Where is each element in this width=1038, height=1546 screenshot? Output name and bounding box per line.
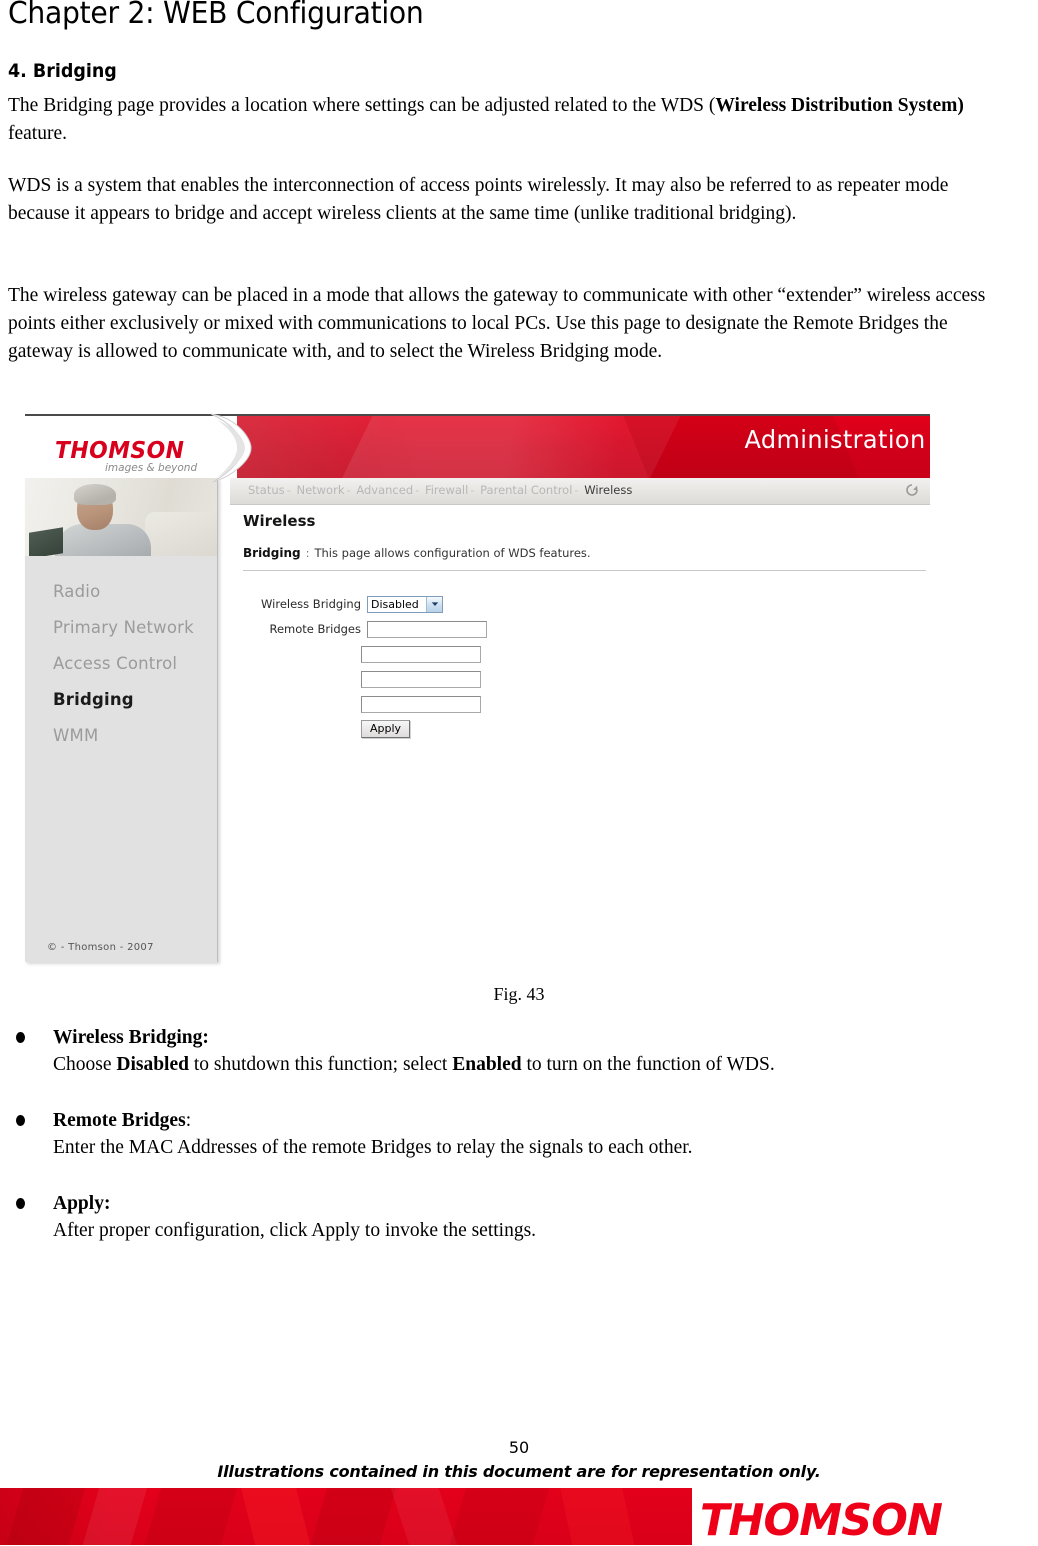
figure-router-screenshot: Administration THOMSON images & beyond S… [25, 413, 930, 962]
paragraph-wds: WDS is a system that enables the interco… [8, 175, 949, 224]
router-web-ui: Administration THOMSON images & beyond S… [25, 413, 930, 962]
nav-separator: - [286, 483, 291, 497]
bullet-term-wireless-bridging: Wireless Bridging: [53, 1027, 209, 1048]
footer-thomson-logo: THOMSON [700, 1495, 943, 1546]
person-with-laptop-photo [25, 478, 217, 556]
page-number: 50 [508, 1438, 530, 1457]
bullet-term-remote-bridges-colon: : [185, 1110, 192, 1131]
apply-button[interactable]: Apply [361, 720, 411, 738]
paragraph-intro-bold: Wireless Distribution System) [715, 95, 964, 116]
bullet-desc-bold-enabled: Enabled [452, 1054, 522, 1075]
bullet-term-remote-bridges: Remote Bridges: [53, 1107, 1018, 1134]
form-row-remote-bridge-2 [243, 642, 487, 666]
bullet-desc-remote-bridges: Enter the MAC Addresses of the remote Br… [53, 1137, 693, 1158]
sidebar-item-radio[interactable]: Radio [25, 574, 217, 610]
footer-disclaimer: Illustrations contained in this document… [217, 1462, 821, 1481]
footer-red-band [0, 1488, 692, 1545]
nav-item-status[interactable]: Status [248, 483, 285, 497]
remote-bridges-label: Remote Bridges [269, 622, 361, 636]
chevron-down-icon[interactable] [426, 596, 442, 612]
bullet-dot-icon [16, 1032, 25, 1043]
nav-item-network[interactable]: Network [296, 483, 344, 497]
wireless-bridging-selected-value: Disabled [371, 597, 419, 611]
content-sub-description: This page allows configuration of WDS fe… [314, 546, 591, 560]
section-heading: 4. Bridging [8, 60, 117, 82]
bullet-dot-icon [16, 1198, 25, 1209]
top-navbar[interactable]: Status - Network - Advanced - Firewall - Par… [230, 478, 930, 505]
nav-item-parental-control[interactable]: Parental Control [480, 483, 572, 497]
content-subtitle-row: Bridging: This page allows configuration … [243, 546, 591, 560]
ui-content-pane: Wireless Bridging: This page allows confi… [230, 508, 930, 962]
bullet-desc-text-3: to turn on the function of WDS. [521, 1054, 775, 1075]
refresh-icon[interactable] [904, 482, 920, 498]
nav-item-advanced[interactable]: Advanced [356, 483, 413, 497]
ui-banner: Administration [230, 416, 930, 478]
remote-bridge-input-3[interactable] [361, 670, 481, 688]
nav-separator: - [574, 483, 579, 497]
brand-tagline: images & beyond [105, 462, 198, 474]
bullet-list: Wireless Bridging: Choose Disabled to sh… [8, 1024, 1018, 1273]
form-row-wireless-bridging: Wireless Bridging Disabled [243, 592, 487, 616]
bullet-item-remote-bridges: Remote Bridges: Enter the MAC Addresses … [8, 1107, 1018, 1162]
paragraph-intro: The Bridging page provides a location wh… [8, 92, 1010, 148]
brand-logo-text: THOMSON [55, 438, 185, 464]
bullet-term-apply: Apply: [53, 1193, 111, 1214]
paragraph-gateway: The wireless gateway can be placed in a … [8, 285, 986, 362]
form-row-remote-bridge-4 [243, 692, 487, 716]
document-page: Chapter 2: WEB Configuration 4. Bridging… [0, 0, 1038, 1546]
form-row-remote-bridge-3 [243, 667, 487, 691]
bullet-desc-wireless-bridging: Choose Disabled to shutdown this functio… [53, 1051, 1018, 1079]
sidebar-item-primary-network[interactable]: Primary Network [25, 610, 217, 646]
bullet-desc-apply: After proper configuration, click Apply … [53, 1220, 537, 1241]
bullet-desc-text-1: Choose [53, 1054, 117, 1075]
remote-bridge-input-1[interactable] [367, 620, 487, 638]
sidebar-item-bridging[interactable]: Bridging [25, 682, 217, 718]
form-row-remote-bridge-1: Remote Bridges [243, 617, 487, 641]
nav-item-firewall[interactable]: Firewall [425, 483, 468, 497]
nav-item-wireless[interactable]: Wireless [584, 483, 632, 497]
nav-item-list: Status - Network - Advanced - Firewall - Par… [248, 483, 632, 497]
remote-bridge-input-2[interactable] [361, 645, 481, 663]
remote-bridge-input-4[interactable] [361, 695, 481, 713]
sidebar-copyright: © - Thomson - 2007 [47, 942, 154, 953]
bullet-dot-icon [16, 1115, 25, 1126]
bullet-desc-text-2: to shutdown this function; select [188, 1054, 453, 1075]
thomson-swoosh-icon [210, 413, 252, 483]
figure-caption: Fig. 43 [493, 984, 545, 1004]
ui-sidebar: Radio Primary Network Access Control Bri… [25, 478, 218, 962]
wireless-bridging-label: Wireless Bridging [261, 597, 361, 611]
content-divider [243, 570, 926, 571]
content-page-title: Wireless [243, 512, 316, 530]
nav-separator: - [346, 483, 351, 497]
nav-separator: - [415, 483, 420, 497]
bullet-item-wireless-bridging: Wireless Bridging: Choose Disabled to sh… [8, 1024, 1018, 1079]
sidebar-menu: Radio Primary Network Access Control Bri… [25, 574, 217, 754]
bullet-term-remote-bridges-text: Remote Bridges [53, 1110, 186, 1131]
content-sub-label: Bridging [243, 546, 301, 560]
sidebar-item-wmm[interactable]: WMM [25, 718, 217, 754]
bullet-desc-bold-disabled: Disabled [116, 1054, 189, 1075]
content-sub-colon: : [305, 546, 310, 560]
paragraph-intro-text-1: The Bridging page provides a location wh… [8, 95, 716, 116]
nav-separator: - [470, 483, 475, 497]
banner-title: Administration [744, 425, 926, 454]
bullet-item-apply: Apply: After proper configuration, click… [8, 1190, 1018, 1245]
sidebar-item-access-control[interactable]: Access Control [25, 646, 217, 682]
form-row-apply: Apply [243, 717, 487, 741]
brand-logo-block: THOMSON images & beyond [25, 416, 237, 478]
chapter-title: Chapter 2: WEB Configuration [8, 0, 424, 31]
paragraph-intro-text-2: feature. [8, 123, 67, 144]
bridging-form: Wireless Bridging Disabled Remote Bridge… [243, 592, 487, 742]
wireless-bridging-select[interactable]: Disabled [367, 595, 443, 613]
